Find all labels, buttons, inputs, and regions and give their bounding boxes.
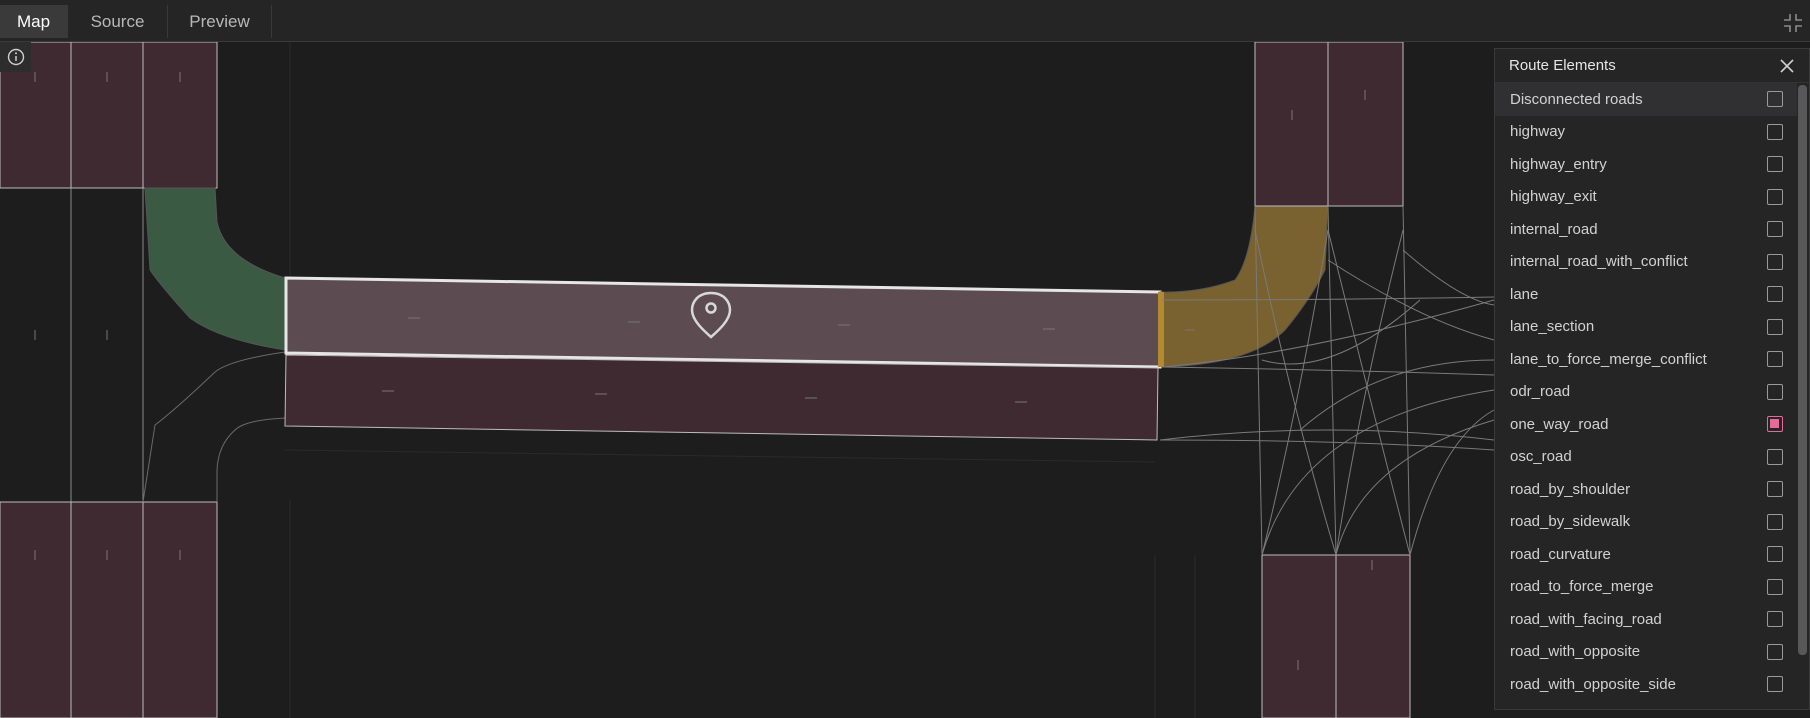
tab-source[interactable]: Source [68,5,168,38]
list-item[interactable]: road_curvature [1495,538,1797,571]
item-label: odr_road [1510,383,1571,401]
checkbox[interactable] [1767,676,1783,693]
checkbox[interactable] [1767,318,1783,335]
road-block-top-left [0,42,218,189]
list-item[interactable]: road_with_opposite [1495,636,1797,669]
list-item[interactable]: road_to_force_merge [1495,571,1797,604]
info-button[interactable] [0,42,31,72]
tab-map[interactable]: Map [0,5,68,38]
item-label: road_to_force_merge [1510,578,1654,596]
checkbox[interactable] [1767,123,1783,140]
tab-bar: Map Source Preview [0,0,1810,42]
road-lower [284,354,1159,441]
checkbox-checked[interactable] [1767,416,1783,433]
checkbox[interactable] [1767,221,1783,238]
checkbox[interactable] [1767,578,1783,595]
item-label: highway_entry [1510,155,1607,173]
checkbox[interactable] [1767,546,1783,563]
tab-preview[interactable]: Preview [168,5,272,38]
item-label: one_way_road [1510,415,1609,433]
list-item[interactable]: road_with_opposite_side [1495,668,1797,701]
list-item[interactable]: highway_exit [1495,181,1797,214]
item-label: road_curvature [1510,545,1611,563]
green-connector [144,187,287,351]
item-label: road_with_opposite [1510,643,1641,661]
checkbox[interactable] [1767,611,1783,628]
item-label: lane_section [1510,318,1595,336]
list-item[interactable]: internal_road_with_conflict [1495,246,1797,279]
checkbox[interactable] [1767,253,1783,270]
list-item[interactable]: highway [1495,116,1797,149]
panel-header: Route Elements [1495,49,1809,83]
list-item-disconnected-roads[interactable]: Disconnected roads [1495,83,1797,116]
item-label: road_with_facing_road [1510,610,1662,628]
item-label: Disconnected roads [1510,90,1643,108]
item-label: internal_road_with_conflict [1510,253,1688,271]
close-icon[interactable] [1779,58,1795,74]
checkbox[interactable] [1767,448,1783,465]
list-item[interactable]: lane [1495,278,1797,311]
yellow-connector [1159,205,1329,368]
item-label: road_with_opposite_side [1510,675,1676,693]
route-elements-panel: Route Elements Disconnected roads highwa… [1494,48,1810,710]
item-label: road_by_shoulder [1510,480,1631,498]
info-icon [7,48,24,66]
road-block-bottom-right [1261,554,1411,718]
list-item[interactable]: internal_road [1495,213,1797,246]
checkbox[interactable] [1767,286,1783,303]
list-item[interactable]: lane_to_force_merge_conflict [1495,343,1797,376]
list-item[interactable]: lane_section [1495,311,1797,344]
item-label: lane_to_force_merge_conflict [1510,350,1707,368]
checkbox[interactable] [1767,188,1783,205]
scrollbar[interactable] [1798,85,1807,655]
item-label: internal_road [1510,220,1598,238]
checkbox[interactable] [1767,91,1783,108]
item-label: highway [1510,123,1566,141]
checkbox[interactable] [1767,383,1783,400]
list-item[interactable]: highway_entry [1495,148,1797,181]
item-label: road_by_sidewalk [1510,513,1631,531]
checkbox[interactable] [1767,513,1783,530]
checkbox[interactable] [1767,643,1783,660]
road-block-top-right [1254,42,1404,207]
checkbox[interactable] [1767,481,1783,498]
list-item[interactable]: road_by_shoulder [1495,473,1797,506]
list-item[interactable]: odr_road [1495,376,1797,409]
list-item[interactable]: road_by_sidewalk [1495,506,1797,539]
list-item[interactable]: osc_road [1495,441,1797,474]
item-label: lane [1510,285,1539,303]
checkbox[interactable] [1767,351,1783,368]
panel-title: Route Elements [1509,57,1616,74]
route-elements-list: Disconnected roads highway highway_entry… [1495,83,1797,701]
checkbox[interactable] [1767,156,1783,173]
scroll-thumb[interactable] [1798,85,1807,655]
item-label: osc_road [1510,448,1572,466]
road-block-bottom-left [0,501,218,718]
item-label: highway_exit [1510,188,1597,206]
list-item-one-way-road[interactable]: one_way_road [1495,408,1797,441]
collapse-icon[interactable] [1782,12,1804,34]
list-item[interactable]: road_with_facing_road [1495,603,1797,636]
